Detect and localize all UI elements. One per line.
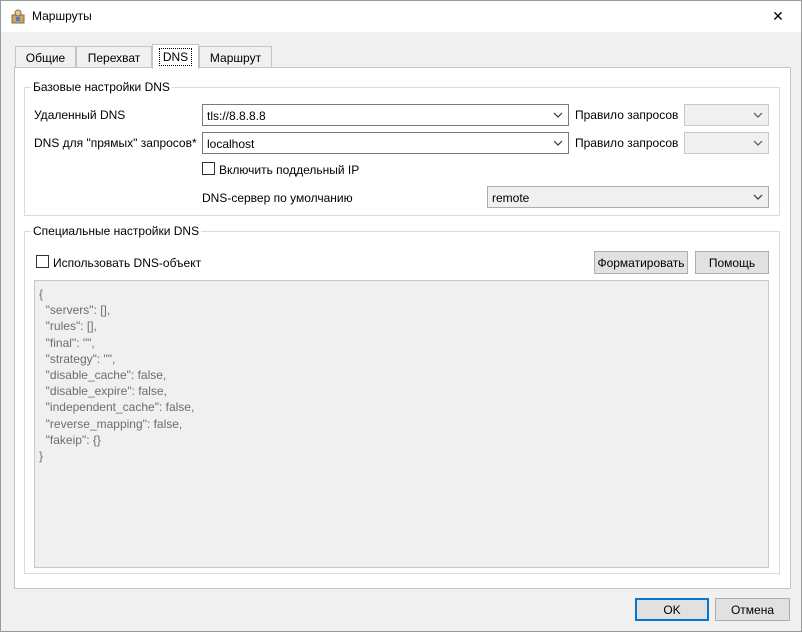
chevron-down-icon xyxy=(553,140,563,146)
direct-dns-value: localhost xyxy=(207,137,255,151)
chevron-down-icon xyxy=(753,194,763,200)
default-server-label: DNS-сервер по умолчанию xyxy=(202,191,353,205)
tab-intercept[interactable]: Перехват xyxy=(76,46,152,68)
dns-json-editor[interactable]: { "servers": [], "rules": [], "final": "… xyxy=(34,280,769,568)
rule2-combo[interactable] xyxy=(684,132,769,154)
tab-route-label: Маршрут xyxy=(209,50,262,65)
basic-settings-group: Базовые настройки DNS Удаленный DNS tls:… xyxy=(24,80,780,216)
editor-line: "reverse_mapping": false, xyxy=(39,416,183,431)
direct-dns-combo[interactable]: localhost xyxy=(202,132,569,154)
tab-panel-dns: Базовые настройки DNS Удаленный DNS tls:… xyxy=(14,67,791,589)
format-button-label: Форматировать xyxy=(597,255,685,270)
editor-line: "final": "", xyxy=(39,335,95,350)
rule1-combo[interactable] xyxy=(684,104,769,126)
editor-line: "strategy": "", xyxy=(39,351,116,366)
tab-general-label: Общие xyxy=(25,50,66,65)
editor-line: } xyxy=(39,449,44,464)
use-dns-object-checkbox[interactable] xyxy=(36,255,49,268)
editor-line: "disable_expire": false, xyxy=(39,384,167,399)
editor-line: "independent_cache": false, xyxy=(39,400,195,415)
tab-general[interactable]: Общие xyxy=(15,46,76,68)
help-button-label: Помощь xyxy=(708,255,756,270)
ok-button-label: OK xyxy=(663,602,681,617)
remote-dns-label: Удаленный DNS xyxy=(34,108,126,122)
fake-ip-checkbox[interactable] xyxy=(202,162,215,175)
default-server-combo[interactable]: remote xyxy=(487,186,769,208)
close-icon: ✕ xyxy=(772,8,784,24)
special-settings-title: Специальные настройки DNS xyxy=(31,224,202,238)
cancel-button-label: Отмена xyxy=(730,602,775,617)
editor-line: "rules": [], xyxy=(39,319,97,334)
help-button[interactable]: Помощь xyxy=(695,251,769,274)
dialog-window: Маршруты ✕ Общие Перехват DNS Маршрут Ба… xyxy=(0,0,802,632)
rule2-label: Правило запросов xyxy=(575,136,679,150)
rule1-label: Правило запросов xyxy=(575,108,679,122)
direct-dns-label: DNS для "прямых" запросов* xyxy=(34,136,197,150)
editor-line: "servers": [], xyxy=(39,303,111,318)
editor-line: { xyxy=(39,287,44,301)
chevron-down-icon xyxy=(753,140,763,146)
remote-dns-value: tls://8.8.8.8 xyxy=(207,109,266,123)
title-bar: Маршруты ✕ xyxy=(1,1,801,32)
app-icon xyxy=(10,8,26,24)
close-button[interactable]: ✕ xyxy=(755,1,801,32)
basic-settings-title: Базовые настройки DNS xyxy=(31,80,172,94)
tab-dns[interactable]: DNS xyxy=(152,44,199,69)
tab-route[interactable]: Маршрут xyxy=(199,46,272,68)
use-dns-object-label: Использовать DNS-объект xyxy=(53,256,202,270)
format-button[interactable]: Форматировать xyxy=(594,251,688,274)
editor-line: "disable_cache": false, xyxy=(39,368,167,383)
ok-button[interactable]: OK xyxy=(635,598,709,621)
tab-intercept-label: Перехват xyxy=(87,50,141,65)
chevron-down-icon xyxy=(553,112,563,118)
editor-line: "fakeip": {} xyxy=(39,432,101,447)
fake-ip-label: Включить поддельный IP xyxy=(219,163,360,177)
chevron-down-icon xyxy=(753,112,763,118)
tab-dns-label: DNS xyxy=(158,48,193,66)
cancel-button[interactable]: Отмена xyxy=(715,598,790,621)
window-title: Маршруты xyxy=(32,9,92,23)
remote-dns-combo[interactable]: tls://8.8.8.8 xyxy=(202,104,569,126)
default-server-value: remote xyxy=(492,191,530,205)
